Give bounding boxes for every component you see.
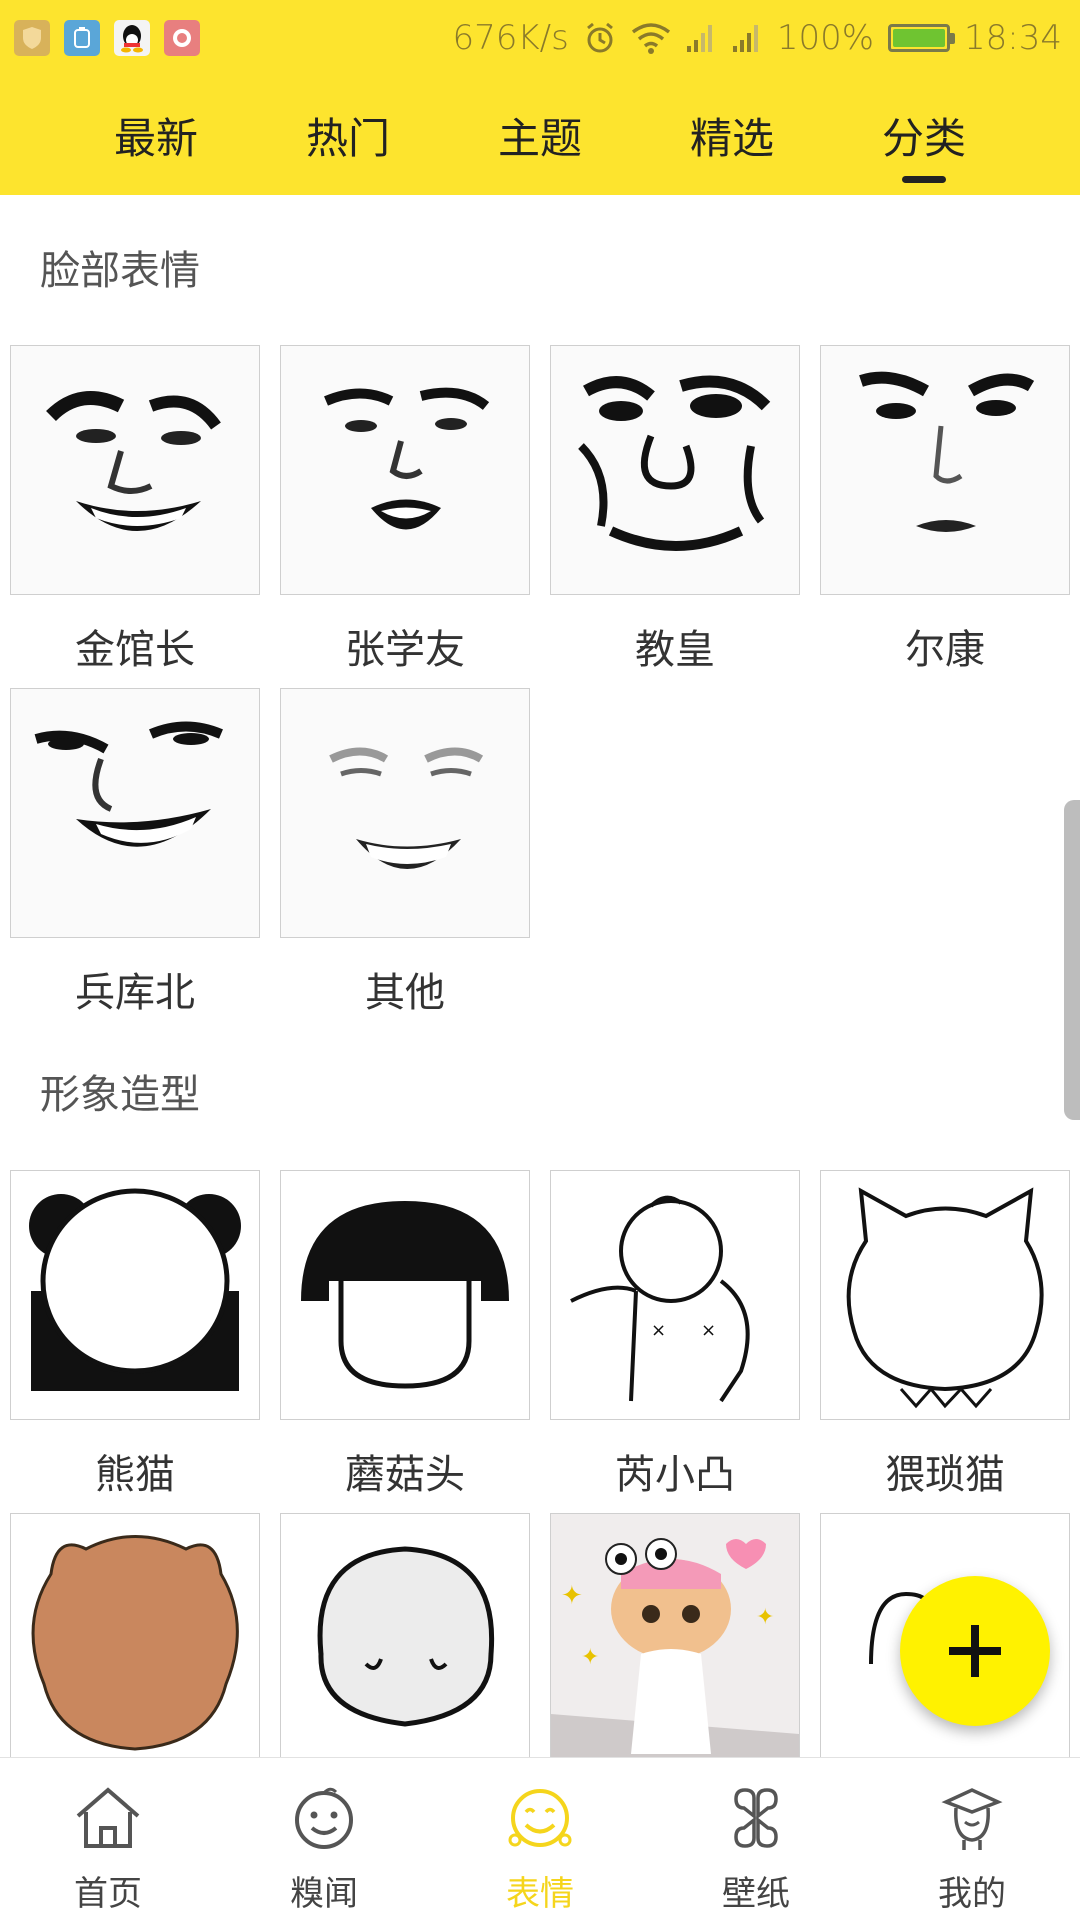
status-bar: 676K/s 100% 18:34 [0, 0, 1080, 75]
section-title-face: 脸部表情 [40, 248, 200, 294]
emoji-icon [508, 1789, 572, 1847]
meme-face-other-icon [280, 688, 530, 938]
status-indicators: 676K/s 100% 18:34 [452, 18, 1062, 58]
nav-emoji[interactable]: 表情 [432, 1758, 648, 1921]
category-label: 其他 [365, 970, 445, 1016]
category-card[interactable]: ✦ ✦ ✦ [550, 1513, 800, 1763]
plus-icon [949, 1625, 1001, 1677]
clover-grid-icon [734, 1788, 778, 1848]
profile-icon [941, 1788, 1003, 1850]
white-blob-icon [280, 1513, 530, 1763]
wretched-cat-icon [820, 1170, 1070, 1420]
category-card[interactable]: 金馆长 [10, 345, 260, 675]
tab-hot[interactable]: 热门 [268, 75, 428, 195]
nav-news[interactable]: 糗闻 [216, 1758, 432, 1921]
category-card[interactable]: × × 芮小凸 [550, 1170, 800, 1500]
category-card[interactable]: 尔康 [820, 345, 1070, 675]
section-title-figure: 形象造型 [40, 1072, 200, 1118]
nav-home[interactable]: 首页 [0, 1758, 216, 1921]
category-card[interactable]: 张学友 [280, 345, 530, 675]
category-label: 金馆长 [75, 627, 195, 673]
mushroom-head-icon [280, 1170, 530, 1420]
tab-latest[interactable]: 最新 [76, 75, 236, 195]
nav-profile[interactable]: 我的 [864, 1758, 1080, 1921]
meme-face-pope-icon [550, 345, 800, 595]
category-card[interactable]: 猥琐猫 [820, 1170, 1070, 1500]
category-card[interactable] [10, 1513, 260, 1763]
tab-featured[interactable]: 精选 [652, 75, 812, 195]
meme-face-bingkubei-icon [10, 688, 260, 938]
category-card[interactable]: 兵库北 [10, 688, 260, 1018]
brown-bear-icon [10, 1513, 260, 1763]
nav-wallpaper[interactable]: 壁纸 [648, 1758, 864, 1921]
camera-app-icon [164, 19, 200, 56]
category-card[interactable]: 教皇 [550, 345, 800, 675]
meme-face-jin-icon [10, 345, 260, 595]
smile-face-icon [295, 1787, 353, 1849]
meme-face-zhang-icon [280, 345, 530, 595]
category-tab-bar: 最新 热门 主题 精选 分类 [0, 75, 1080, 195]
cat-photo-icon: ✦ ✦ ✦ [550, 1513, 800, 1763]
tablet-app-icon [64, 19, 100, 56]
category-label: 猥琐猫 [885, 1452, 1005, 1498]
status-app-icons [14, 19, 200, 56]
category-label: 张学友 [345, 627, 465, 673]
category-label: 蘑菇头 [345, 1452, 465, 1498]
nav-label: 首页 [74, 1874, 142, 1914]
category-card[interactable] [280, 1513, 530, 1763]
alarm-icon [586, 22, 613, 52]
home-icon [76, 1787, 140, 1848]
category-card[interactable]: 蘑菇头 [280, 1170, 530, 1500]
scrollbar[interactable] [1064, 800, 1080, 1120]
nav-label: 表情 [506, 1874, 574, 1914]
add-fab-button[interactable] [900, 1576, 1050, 1726]
panda-head-icon [10, 1170, 260, 1420]
clock: 18:34 [964, 17, 1062, 58]
category-card[interactable]: 其他 [280, 688, 530, 1018]
shield-app-icon [14, 19, 50, 56]
nav-label: 糗闻 [290, 1874, 358, 1914]
signal-2-icon [732, 24, 758, 52]
rui-xiaotu-icon: × × [550, 1170, 800, 1420]
meme-face-erkang-icon [820, 345, 1070, 595]
category-label: 兵库北 [75, 970, 195, 1016]
svg-text:✦: ✦ [756, 1605, 774, 1630]
signal-1-icon [686, 24, 712, 52]
bottom-nav: 首页 糗闻 表情 壁纸 我的 [0, 1757, 1080, 1921]
svg-text:×: × [701, 1320, 716, 1341]
category-label: 芮小凸 [615, 1452, 735, 1498]
battery-percent: 100% [776, 17, 875, 58]
category-label: 熊猫 [95, 1452, 175, 1498]
tab-category[interactable]: 分类 [844, 75, 1004, 195]
nav-label: 我的 [938, 1874, 1006, 1914]
svg-text:✦: ✦ [561, 1581, 583, 1611]
tab-theme[interactable]: 主题 [460, 75, 620, 195]
wifi-icon [631, 22, 670, 54]
category-label: 教皇 [635, 627, 715, 673]
battery-icon [888, 23, 956, 52]
category-card[interactable]: 熊猫 [10, 1170, 260, 1500]
svg-text:×: × [651, 1320, 666, 1341]
qq-app-icon [114, 19, 150, 56]
net-speed: 676K/s [452, 17, 569, 58]
nav-label: 壁纸 [722, 1874, 790, 1914]
category-label: 尔康 [905, 627, 985, 673]
svg-text:✦: ✦ [581, 1645, 599, 1670]
